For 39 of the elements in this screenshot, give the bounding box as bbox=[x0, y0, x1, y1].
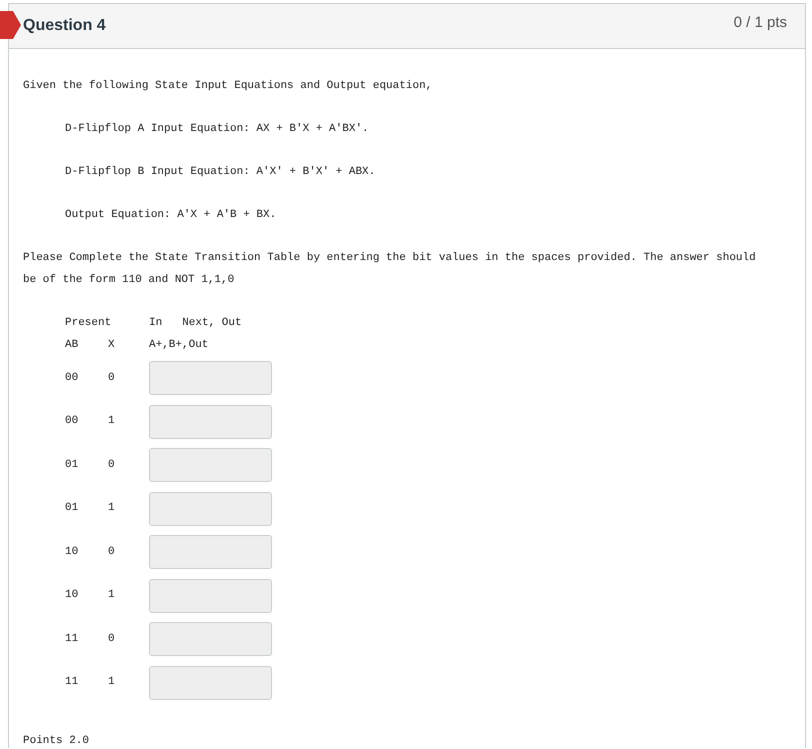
state-value: 00 bbox=[65, 370, 80, 386]
equation-text: D-Flipflop A Input Equation: AX + B'X + A'BX'. bbox=[64, 122, 370, 137]
instructions-text: Please Complete the State Transition Table by entering the bit values in the spaces provided. The answer should be of the form 110 and NOT 1,1,0 bbox=[23, 251, 757, 288]
answer-field[interactable] bbox=[149, 361, 272, 395]
question-title: Question 4 bbox=[23, 17, 106, 35]
state-value: 11 bbox=[65, 675, 80, 690]
equation-text: Output Equation: A'X + A'B + BX. bbox=[64, 208, 278, 223]
points-text: Points 2.0 bbox=[23, 734, 90, 749]
column-header: X bbox=[108, 338, 116, 353]
intro-text: Given the following State Input Equations and Output equation, bbox=[23, 79, 434, 94]
answer-field[interactable] bbox=[149, 622, 272, 656]
answer-field[interactable] bbox=[149, 666, 272, 700]
column-header: Present bbox=[65, 316, 112, 331]
column-header: In bbox=[149, 316, 162, 331]
input-value: 1 bbox=[108, 414, 116, 430]
answer-field[interactable] bbox=[149, 578, 272, 612]
input-value: 0 bbox=[108, 544, 116, 560]
column-header: A+,B+,Out bbox=[149, 338, 210, 353]
column-header: AB bbox=[65, 338, 80, 353]
input-value: 1 bbox=[108, 588, 116, 604]
answer-field[interactable] bbox=[149, 448, 272, 482]
state-value: 11 bbox=[65, 632, 80, 647]
state-value: 01 bbox=[65, 458, 80, 473]
column-header: Next, Out bbox=[182, 316, 242, 331]
input-value: 0 bbox=[108, 370, 116, 386]
state-value: 00 bbox=[65, 414, 80, 430]
input-value: 1 bbox=[108, 675, 116, 690]
question-flag-icon bbox=[0, 11, 21, 39]
score-label: 0 / 1 pts bbox=[734, 14, 787, 31]
answer-field[interactable] bbox=[149, 535, 272, 569]
input-value: 0 bbox=[108, 458, 116, 473]
input-value: 0 bbox=[108, 632, 116, 647]
answer-field[interactable] bbox=[149, 404, 272, 438]
state-value: 10 bbox=[65, 588, 80, 604]
state-value: 10 bbox=[65, 544, 80, 560]
answer-field[interactable] bbox=[149, 492, 272, 526]
input-value: 1 bbox=[108, 501, 116, 516]
equation-text: D-Flipflop B Input Equation: A'X' + B'X' + ABX. bbox=[64, 165, 376, 180]
state-value: 01 bbox=[65, 501, 80, 516]
